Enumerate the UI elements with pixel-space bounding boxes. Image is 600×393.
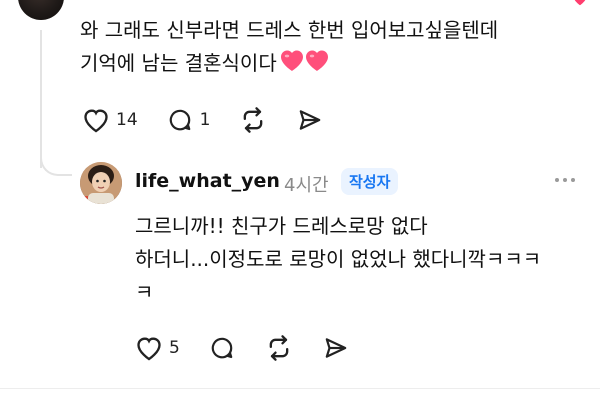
- reply-avatar[interactable]: [80, 162, 122, 204]
- repost-arrows-icon: [269, 335, 289, 361]
- heart-emoji-icon: [574, 0, 586, 6]
- more-dots-icon: [571, 178, 575, 182]
- more-dots-icon: [555, 178, 559, 182]
- reply-text-line3: ㅋ: [135, 280, 154, 304]
- reply-like-count: 5: [169, 338, 180, 358]
- parent-actions-bar: 14 1: [82, 106, 352, 134]
- author-badge: 작성자: [341, 168, 399, 195]
- parent-repost-button[interactable]: [238, 106, 268, 134]
- parent-post-text: 와 그래도 신부라면 드레스 한번 입어보고싶을텐데 기억에 남는 결혼식이다: [80, 14, 498, 83]
- pink-hearts-emoji: [279, 49, 331, 83]
- reply-username[interactable]: life_what_yen: [135, 170, 280, 192]
- reply-like-button[interactable]: 5: [135, 335, 180, 361]
- bottom-divider: [0, 388, 600, 389]
- parent-text-line1: 와 그래도 신부라면 드레스 한번 입어보고싶을텐데: [80, 18, 499, 42]
- reply-actions-bar: 5: [135, 334, 378, 362]
- reply-post-text: 그르니까!! 친구가 드레스로망 없다 하더니...이정도로 로망이 없었나 했…: [135, 210, 541, 309]
- thread-connector: [40, 140, 72, 176]
- heart-outline-icon: [137, 337, 161, 361]
- send-icon: [325, 338, 347, 358]
- comment-bubble-icon: [169, 109, 190, 131]
- parent-username-partial[interactable]: [82, 0, 89, 12]
- send-icon: [300, 110, 321, 130]
- reply-timestamp: 4시간: [284, 175, 329, 196]
- parent-like-button[interactable]: 14: [82, 107, 138, 133]
- reply-repost-button[interactable]: [264, 334, 294, 362]
- more-dots-icon: [563, 178, 567, 182]
- reply-text-line1: 그르니까!! 친구가 드레스로망 없다: [135, 214, 428, 238]
- repost-arrows-icon: [244, 107, 263, 133]
- heart-outline-icon: [84, 109, 108, 133]
- more-options-button[interactable]: [555, 178, 575, 182]
- parent-avatar[interactable]: [18, 0, 64, 20]
- parent-like-count: 14: [116, 110, 138, 130]
- reply-text-line2: 하더니...이정도로 로망이 없었나 했다니깍ㅋㅋㅋ: [135, 247, 542, 271]
- parent-reply-count: 1: [199, 110, 211, 130]
- parent-share-button[interactable]: [296, 107, 324, 133]
- parent-text-line2: 기억에 남는 결혼식이다: [80, 47, 498, 83]
- avatar-image: [80, 162, 122, 204]
- comment-bubble-icon: [211, 337, 233, 359]
- reply-comment-button[interactable]: [208, 335, 236, 361]
- parent-comment-button[interactable]: 1: [166, 107, 211, 133]
- reply-share-button[interactable]: [322, 335, 350, 361]
